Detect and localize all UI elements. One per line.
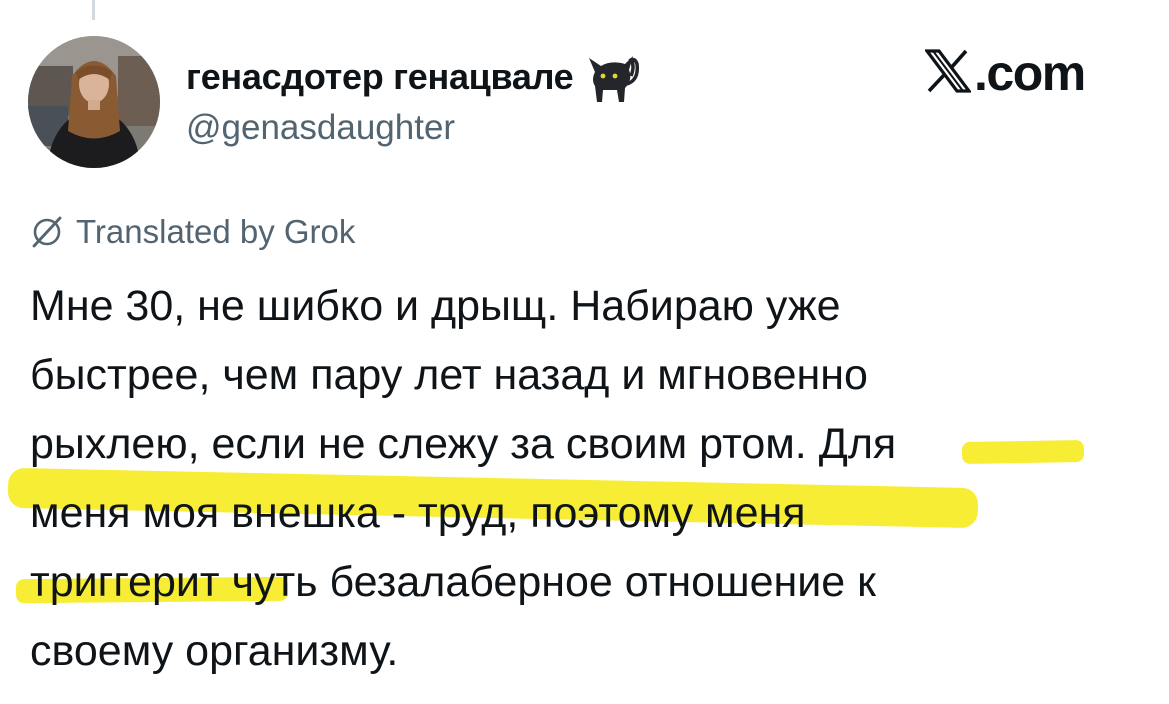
profile-photo-icon [28,36,160,168]
tweet-line: меня моя внешка - труд, поэтому меня [30,479,1150,548]
tweet-line-text: Мне 30, не шибко и дрыщ. Набираю уже [30,282,841,330]
translation-notice[interactable]: Translated by Grok [30,213,355,251]
translated-by-label: Translated by Grok [76,213,356,250]
grok-icon [32,216,62,248]
x-logo-icon [925,49,971,93]
tweet-line: рыхлею, если не слежу за своим ртом. Для [30,410,1150,479]
highlighted-text: триггерит [30,558,220,606]
tweet-line: своему организму. [30,617,1150,686]
tweet-line: триггерит чуть безалаберное отношение к [30,548,1150,617]
highlighted-text: меня моя внешка - труд, поэтому меня [30,489,806,537]
avatar[interactable] [28,36,160,168]
x-com-watermark: .com [925,45,1086,101]
author-name-row: генасдотер генацвале [186,50,641,104]
author-display-name[interactable]: генасдотер генацвале [186,56,574,98]
black-cat-emoji-icon [583,50,641,104]
tweet-line-text: своему организму. [30,627,399,675]
tweet-line: Мне 30, не шибко и дрыщ. Набираю уже [30,272,1150,341]
highlighted-text: Для [818,420,897,468]
x-domain-text: .com [974,45,1086,101]
tweet-line-text: рыхлею, если не слежу за своим ртом. [30,420,819,468]
tweet-line-text: чуть безалаберное отношение к [231,558,876,606]
thread-connector-line [92,0,95,20]
author-handle[interactable]: @genasdaughter [186,108,455,148]
tweet-text: Мне 30, не шибко и дрыщ. Набираю уже быс… [7,272,1150,686]
tweet-line: быстрее, чем пару лет назад и мгновенно [30,341,1150,410]
tweet-line-text: быстрее, чем пару лет назад и мгновенно [30,351,868,399]
